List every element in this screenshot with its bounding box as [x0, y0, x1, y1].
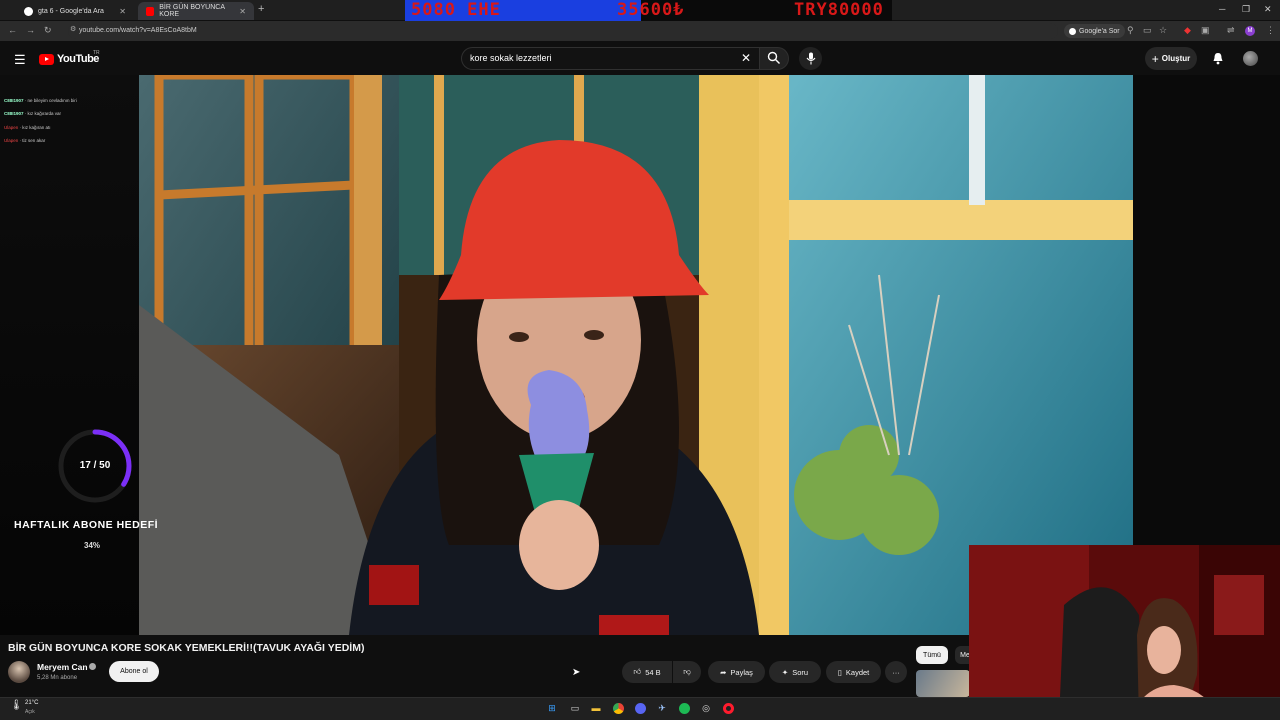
share-arrow-icon: ➦ [720, 667, 727, 677]
browser-menu-icon[interactable]: ⋮ [1266, 25, 1275, 36]
stream-left-panel [0, 75, 139, 635]
profile-avatar[interactable]: M [1245, 26, 1255, 36]
create-button[interactable]: + Oluştur [1145, 47, 1197, 70]
create-label: Oluştur [1161, 54, 1191, 63]
subscribe-button[interactable]: Abone ol [109, 661, 159, 682]
verified-badge-icon [89, 663, 96, 670]
subscriber-goal-percent: 34% [84, 541, 101, 550]
subscriber-goal-count: 17 / 50 [79, 460, 111, 471]
streamer-webcam [969, 545, 1280, 720]
webcam-frame [969, 545, 1280, 720]
opera-icon[interactable] [721, 701, 735, 715]
forward-icon[interactable]: → [26, 25, 35, 35]
downloads-icon[interactable]: ⇌ [1227, 25, 1235, 36]
chat-message: Ulapen · tiz sen akar [4, 138, 46, 143]
tab-title: gta 6 - Google'da Ara [38, 7, 104, 15]
microphone-icon[interactable] [806, 52, 816, 65]
tab-title: BİR GÜN BOYUNCA KORE [159, 4, 225, 18]
like-button[interactable]: 👍︎ 54 B [622, 661, 672, 683]
weather-temperature[interactable]: 21°C [25, 700, 38, 706]
windows-start-icon[interactable]: ⊞ [545, 701, 559, 715]
chip-all[interactable]: Tümü [916, 646, 948, 664]
google-icon [24, 6, 33, 16]
close-tab-icon[interactable]: ✕ [239, 7, 246, 16]
share-button[interactable]: ➦ Paylaş [708, 661, 765, 683]
google-lens-icon [1069, 27, 1076, 35]
cast-icon[interactable]: ▭ [1143, 25, 1152, 36]
overlay-middle-text: 35600₺ [617, 0, 685, 20]
weather-description[interactable]: Açık [25, 709, 35, 715]
youtube-icon [146, 6, 155, 16]
like-count: 54 B [645, 667, 661, 677]
thumbs-up-icon: 👍︎ [633, 667, 642, 676]
chat-message: C88I1907 · ne bileyim cevladının biri [4, 98, 77, 103]
extension-icon[interactable]: ◆ [1184, 25, 1191, 36]
google-ask-button[interactable]: Google'a Sor [1064, 24, 1125, 38]
channel-avatar[interactable] [8, 661, 30, 683]
bookmark-star-icon[interactable]: ☆ [1159, 25, 1167, 36]
dislike-button[interactable]: 👎︎ [673, 661, 701, 683]
save-button[interactable]: ▯ Kaydet [826, 661, 881, 683]
search-icon[interactable] [767, 51, 781, 65]
mouse-cursor-icon: ➤ [572, 667, 581, 678]
save-label: Kaydet [845, 667, 870, 677]
thumbs-down-icon: 👎︎ [683, 667, 691, 676]
overlay-right-text: TRY80000 [794, 0, 884, 20]
ask-button[interactable]: ✦ Soru [769, 661, 821, 683]
new-tab-button[interactable]: + [258, 3, 264, 15]
overlay-left-text: 5080 EHE [411, 0, 501, 20]
search-input[interactable] [470, 53, 720, 63]
chat-message: Ulapen · kız kağıran atı [4, 125, 51, 130]
subscriber-count: 5,28 Mn abone [37, 675, 78, 681]
url-field[interactable] [68, 23, 1058, 39]
more-actions-button[interactable]: ··· [885, 661, 907, 683]
youtube-play-icon [39, 53, 54, 65]
chat-message: C88I1907 · kız kağırarda var [4, 111, 62, 116]
stream-right-panel [1133, 75, 1280, 545]
back-icon[interactable]: ← [8, 25, 17, 35]
subscriber-goal-title: HAFTALIK ABONE HEDEFİ [14, 519, 159, 531]
google-ask-label: Google'a Sor [1079, 27, 1120, 35]
country-code: TR [93, 50, 100, 56]
spotify-icon[interactable] [677, 701, 691, 715]
obs-icon[interactable]: ◎ [699, 701, 713, 715]
extensions-puzzle-icon[interactable]: ▣ [1201, 25, 1210, 36]
plus-icon: + [1151, 51, 1159, 66]
youtube-logo[interactable]: YouTube [39, 53, 99, 65]
file-explorer-icon[interactable]: ▬ [589, 701, 603, 715]
hamburger-menu-icon[interactable]: ☰ [14, 52, 26, 68]
share-label: Paylaş [730, 667, 753, 677]
more-dots-icon: ··· [892, 667, 900, 677]
steam-icon[interactable]: ✈ [655, 701, 669, 715]
save-bookmark-icon: ▯ [837, 667, 842, 677]
notifications-bell-icon[interactable] [1212, 52, 1224, 65]
ask-label: Soru [792, 667, 809, 677]
site-info-icon[interactable]: ⚙ [70, 25, 76, 33]
tab-google-search[interactable]: gta 6 - Google'da Ara ✕ [16, 2, 134, 20]
video-title: BİR GÜN BOYUNCA KORE SOKAK YEMEKLERİ!!(T… [8, 642, 365, 654]
discord-icon[interactable] [633, 701, 647, 715]
zoom-icon[interactable]: ⚲ [1127, 25, 1134, 36]
restore-icon[interactable]: ❐ [1242, 4, 1250, 15]
clear-search-icon[interactable]: ✕ [741, 51, 751, 65]
close-window-icon[interactable]: ✕ [1264, 4, 1272, 15]
channel-name[interactable]: Meryem Can [37, 662, 88, 672]
url-text[interactable]: youtube.com/watch?v=A8EsCoA8tbM [79, 27, 197, 34]
sparkle-icon: ✦ [781, 667, 789, 677]
weather-icon[interactable]: 🌡︎ [10, 700, 23, 711]
tab-youtube-video[interactable]: BİR GÜN BOYUNCA KORE ✕ [138, 2, 254, 20]
minimize-icon[interactable]: ─ [1219, 4, 1225, 14]
close-tab-icon[interactable]: ✕ [119, 7, 126, 16]
chrome-icon[interactable] [611, 701, 625, 715]
taskbar-search-icon[interactable]: ▭ [568, 701, 582, 715]
recommended-video-thumbnail[interactable] [916, 670, 970, 697]
reload-icon[interactable]: ↻ [44, 25, 52, 36]
account-avatar[interactable] [1243, 51, 1258, 66]
